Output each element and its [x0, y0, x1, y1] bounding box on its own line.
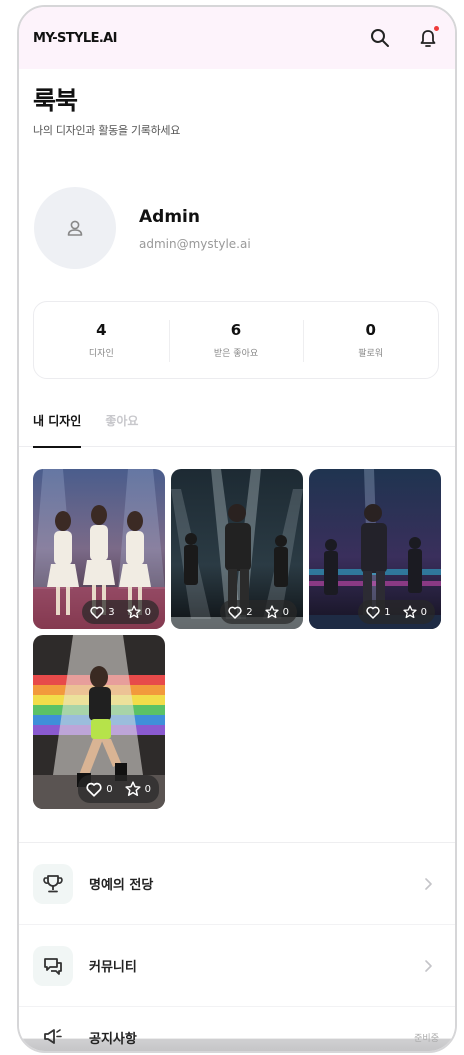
- menu-label: 명예의 전당: [89, 878, 154, 893]
- profile-email: admin@mystyle.ai: [139, 237, 251, 251]
- trophy-icon: [43, 874, 63, 892]
- notification-button[interactable]: [415, 25, 441, 51]
- heart-icon: [228, 606, 242, 619]
- megaphone-icon: [44, 1029, 62, 1044]
- design-card[interactable]: 1 0: [309, 469, 441, 629]
- stat-value: 0: [365, 321, 376, 339]
- avatar[interactable]: [34, 187, 116, 269]
- bell-icon: [420, 30, 436, 47]
- design-stats: 1 0: [358, 600, 435, 624]
- design-stats: 0 0: [78, 775, 159, 803]
- page-title: 룩북: [33, 86, 78, 115]
- stat-label: 팔로워: [358, 349, 384, 359]
- notification-dot: [434, 26, 439, 31]
- like-count: 1: [384, 606, 391, 618]
- chevron-right-icon: [425, 959, 432, 972]
- menu-item-community[interactable]: 커뮤니티: [19, 925, 455, 1007]
- phone-frame: MY-STYLE.AI 룩북 나의 디자인과 활동을 기록하세요 Admin a…: [17, 5, 457, 1053]
- design-card[interactable]: 3 0: [33, 469, 165, 629]
- tab-likes[interactable]: 좋아요: [105, 409, 138, 447]
- stat-label: 받은 좋아요: [213, 349, 259, 359]
- design-card[interactable]: 0 0: [33, 635, 165, 809]
- star-icon: [125, 781, 141, 797]
- stats-card: 4 디자인 6 받은 좋아요 0 팔로워: [33, 301, 439, 379]
- stat-value: 6: [230, 321, 242, 339]
- page-subtitle: 나의 디자인과 활동을 기록하세요: [33, 124, 181, 137]
- tab-my-designs[interactable]: 내 디자인: [33, 409, 82, 448]
- design-stats: 2 0: [220, 600, 297, 624]
- menu-label: 공지사항: [89, 1031, 137, 1047]
- heart-icon: [90, 606, 104, 619]
- heart-icon: [366, 606, 380, 619]
- lookbook-menu: 명예의 전당 커뮤니티: [19, 842, 455, 1007]
- star-count: 0: [144, 783, 151, 795]
- star-count: 0: [282, 606, 289, 618]
- lookbook-tabs: 내 디자인 좋아요: [19, 409, 455, 448]
- like-count: 0: [106, 783, 113, 795]
- star-count: 0: [420, 606, 427, 618]
- stat-designs[interactable]: 4 디자인: [34, 302, 169, 378]
- menu-item-hall-of-fame[interactable]: 명예의 전당: [19, 843, 455, 925]
- stat-likes-received[interactable]: 6 받은 좋아요: [168, 302, 304, 378]
- app-logo[interactable]: MY-STYLE.AI: [33, 31, 117, 46]
- stat-value: 4: [96, 321, 107, 339]
- like-count: 2: [246, 606, 253, 618]
- star-icon: [264, 605, 279, 619]
- chat-icon: [44, 957, 62, 975]
- profile-name: Admin: [139, 207, 200, 227]
- search-icon: [371, 29, 389, 47]
- chevron-right-icon: [425, 877, 432, 890]
- app-header: MY-STYLE.AI: [19, 7, 455, 69]
- user-icon: [67, 220, 83, 236]
- star-count: 0: [144, 606, 151, 618]
- like-count: 3: [108, 606, 115, 618]
- stat-followers[interactable]: 0 팔로워: [303, 302, 438, 378]
- coming-soon-badge: 준비중: [414, 1034, 439, 1044]
- design-stats: 3 0: [82, 600, 159, 624]
- search-button[interactable]: [367, 25, 393, 51]
- design-card[interactable]: 2 0: [171, 469, 303, 629]
- star-icon: [402, 605, 417, 619]
- menu-item-notice[interactable]: 공지사항 준비중: [19, 1025, 455, 1051]
- heart-icon: [86, 782, 102, 797]
- star-icon: [126, 605, 141, 619]
- stat-label: 디자인: [88, 349, 114, 359]
- menu-label: 커뮤니티: [89, 960, 137, 975]
